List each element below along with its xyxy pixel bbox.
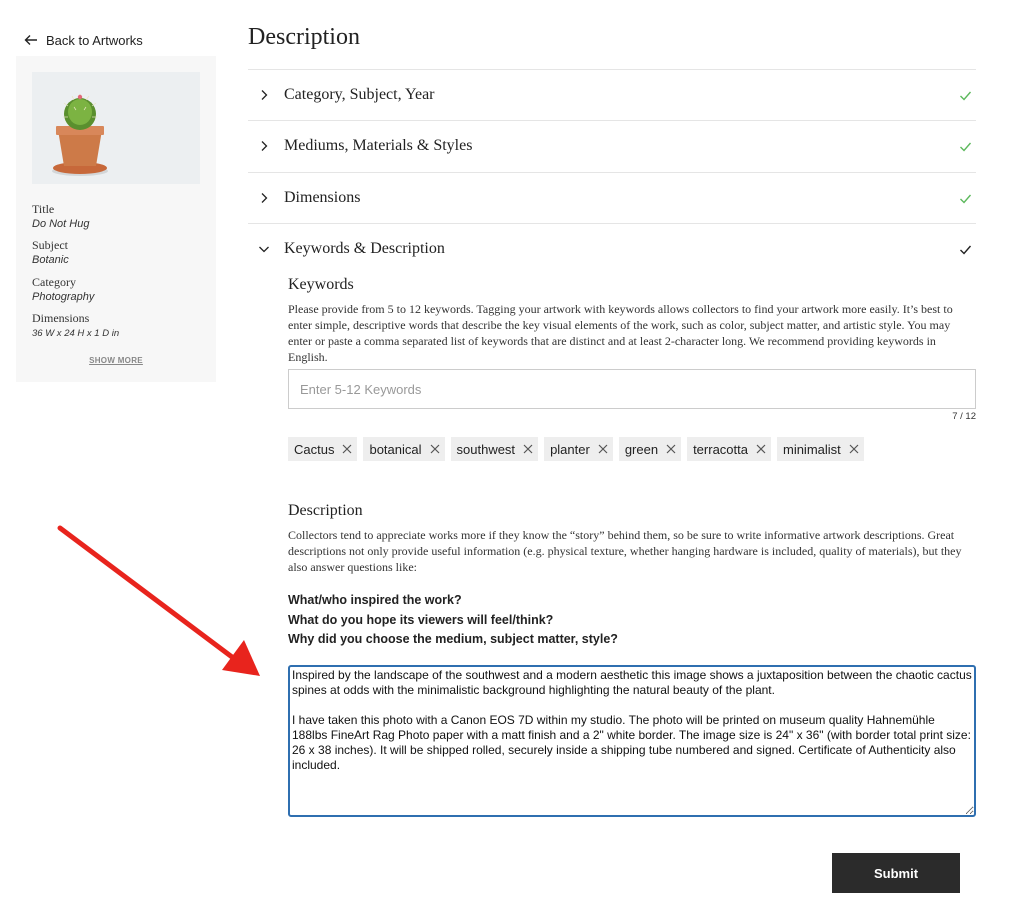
keywords-heading: Keywords xyxy=(288,276,354,293)
description-heading: Description xyxy=(288,502,363,519)
remove-tag-icon[interactable] xyxy=(849,444,859,454)
summary-field-dimensions: Dimensions 36 W x 24 H x 1 D in xyxy=(32,311,120,339)
back-link-label: Back to Artworks xyxy=(46,32,143,48)
section-category-subject-year[interactable]: Category, Subject, Year xyxy=(248,69,976,120)
chevron-right-icon xyxy=(261,90,268,100)
remove-tag-icon[interactable] xyxy=(342,444,352,454)
check-complete-icon xyxy=(960,142,972,152)
remove-tag-icon[interactable] xyxy=(666,444,676,454)
keywords-input[interactable] xyxy=(288,369,976,409)
keywords-help-text: Please provide from 5 to 12 keywords. Ta… xyxy=(288,302,953,364)
artwork-summary-card: Title Do Not Hug Subject Botanic Categor… xyxy=(16,56,216,382)
check-complete-icon xyxy=(960,91,972,101)
question-item: Why did you choose the medium, subject m… xyxy=(288,632,618,646)
section-mediums-materials-styles[interactable]: Mediums, Materials & Styles xyxy=(248,120,976,171)
remove-tag-icon[interactable] xyxy=(523,444,533,454)
artwork-thumbnail xyxy=(32,72,200,184)
keyword-tag: green xyxy=(618,437,682,461)
remove-tag-icon[interactable] xyxy=(598,444,608,454)
chevron-down-icon xyxy=(259,246,269,253)
summary-field-category: Category Photography xyxy=(32,275,95,303)
question-item: What do you hope its viewers will feel/t… xyxy=(288,612,554,627)
description-textarea[interactable]: Inspired by the landscape of the southwe… xyxy=(288,665,976,817)
description-questions: What/who inspired the work? What do you … xyxy=(288,591,888,650)
keyword-tag: southwest xyxy=(450,437,539,461)
check-icon xyxy=(960,245,972,255)
question-item: What/who inspired the work? xyxy=(288,593,462,607)
summary-field-title: Title Do Not Hug xyxy=(32,202,90,230)
page-title: Description xyxy=(248,24,360,50)
remove-tag-icon[interactable] xyxy=(756,444,766,454)
chevron-right-icon xyxy=(261,193,268,203)
annotation-arrow-icon xyxy=(57,525,260,676)
description-help-text: Collectors tend to appreciate works more… xyxy=(288,528,962,574)
cactus-pot-image xyxy=(32,72,200,184)
remove-tag-icon[interactable] xyxy=(430,444,440,454)
chevron-right-icon xyxy=(261,141,268,151)
arrow-left-icon xyxy=(24,35,37,45)
show-more-link[interactable]: SHOW MORE xyxy=(16,356,216,365)
keyword-tag: minimalist xyxy=(776,437,864,461)
keyword-tag: planter xyxy=(544,437,613,461)
check-complete-icon xyxy=(960,194,972,204)
back-to-artworks-link[interactable]: Back to Artworks xyxy=(24,30,143,50)
keyword-counter: 7 / 12 xyxy=(952,411,976,422)
keyword-tag-list: Cactus botanical southwest planter green… xyxy=(288,437,864,461)
keyword-tag: botanical xyxy=(363,437,445,461)
section-keywords-description[interactable]: Keywords & Description xyxy=(248,223,976,274)
summary-field-subject: Subject Botanic xyxy=(32,238,69,266)
section-dimensions[interactable]: Dimensions xyxy=(248,172,976,223)
keyword-tag: Cactus xyxy=(288,437,358,461)
keyword-tag: terracotta xyxy=(687,437,771,461)
submit-button[interactable]: Submit xyxy=(832,853,960,893)
